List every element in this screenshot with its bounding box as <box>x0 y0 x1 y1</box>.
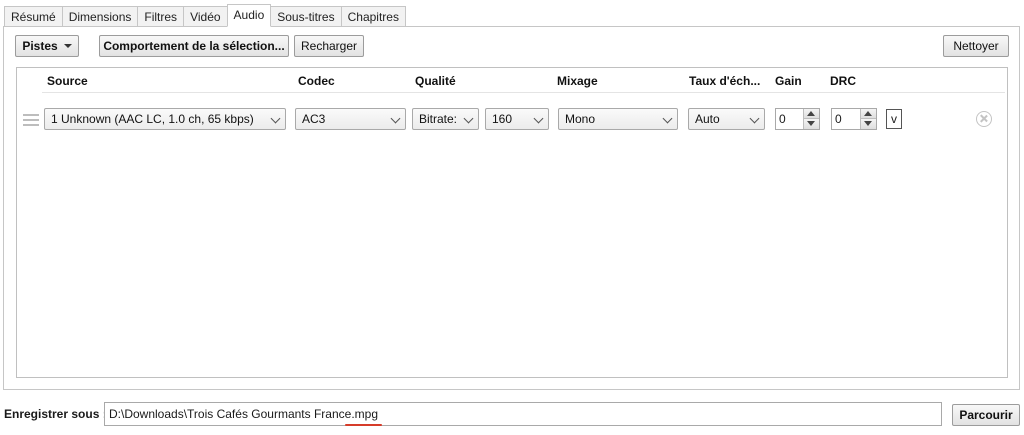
track-extra-box[interactable]: v <box>886 109 902 129</box>
audio-track-list: Source Codec Qualité Mixage Taux d'éch..… <box>16 67 1008 378</box>
codec-select[interactable]: AC3 <box>295 108 406 130</box>
remove-track-icon[interactable] <box>976 111 992 127</box>
tab-bar: Résumé Dimensions Filtres Vidéo Audio So… <box>4 4 406 27</box>
column-header-source: Source <box>47 74 88 88</box>
tab-subtitles[interactable]: Sous-titres <box>271 6 341 27</box>
column-header-codec: Codec <box>298 74 335 88</box>
tab-chapters[interactable]: Chapitres <box>340 6 406 27</box>
dropdown-caret-icon <box>63 43 72 48</box>
drag-handle-icon[interactable] <box>23 114 39 126</box>
destination-extension: .mpg <box>351 407 378 421</box>
audio-panel: Pistes Comportement de la sélection... R… <box>3 26 1020 390</box>
chevron-down-icon <box>749 113 760 124</box>
tab-dimensions[interactable]: Dimensions <box>61 6 138 27</box>
header-divider <box>42 92 1005 93</box>
drc-value: 0 <box>835 112 842 126</box>
gain-value: 0 <box>779 112 786 126</box>
gain-decrement-icon[interactable] <box>804 119 819 129</box>
destination-path-text: D:\Downloads\Trois Cafés Gourmants Franc… <box>109 407 352 421</box>
tracks-menu-button[interactable]: Pistes <box>15 35 79 57</box>
drc-decrement-icon[interactable] <box>861 119 876 129</box>
source-value: 1 Unknown (AAC LC, 1.0 ch, 65 kbps) <box>51 112 254 126</box>
mixdown-select[interactable]: Mono <box>558 108 678 130</box>
destination-label: Enregistrer sous : <box>4 407 107 421</box>
chevron-down-icon <box>270 113 281 124</box>
samplerate-select[interactable]: Auto <box>688 108 765 130</box>
drc-stepper-buttons <box>860 109 876 129</box>
gain-stepper-buttons <box>803 109 819 129</box>
bitrate-value: 160 <box>492 112 513 126</box>
selection-behavior-button[interactable]: Comportement de la sélection... <box>99 35 289 57</box>
quality-mode-value: Bitrate: <box>419 112 458 126</box>
chevron-down-icon <box>463 113 474 124</box>
drc-stepper[interactable]: 0 <box>831 108 877 130</box>
gain-stepper[interactable]: 0 <box>775 108 820 130</box>
drc-increment-icon[interactable] <box>861 109 876 119</box>
tab-summary[interactable]: Résumé <box>4 6 62 27</box>
tab-filters[interactable]: Filtres <box>137 6 184 27</box>
clear-button[interactable]: Nettoyer <box>943 35 1009 57</box>
gain-increment-icon[interactable] <box>804 109 819 119</box>
destination-path-field[interactable]: D:\Downloads\Trois Cafés Gourmants Franc… <box>104 402 942 426</box>
column-header-mixdown: Mixage <box>557 74 598 88</box>
chevron-down-icon <box>662 113 673 124</box>
column-header-quality: Qualité <box>415 74 456 88</box>
column-header-gain: Gain <box>775 74 802 88</box>
chevron-down-icon <box>533 113 544 124</box>
tab-audio[interactable]: Audio <box>226 4 272 27</box>
quality-mode-select[interactable]: Bitrate: <box>412 108 479 130</box>
tab-video[interactable]: Vidéo <box>183 6 227 27</box>
reload-button[interactable]: Recharger <box>294 35 364 57</box>
column-header-drc: DRC <box>830 74 856 88</box>
browse-button[interactable]: Parcourir <box>952 404 1020 426</box>
tracks-label: Pistes <box>22 39 58 53</box>
mixdown-value: Mono <box>565 112 596 126</box>
codec-value: AC3 <box>302 112 326 126</box>
chevron-down-icon <box>390 113 401 124</box>
source-select[interactable]: 1 Unknown (AAC LC, 1.0 ch, 65 kbps) <box>44 108 286 130</box>
samplerate-value: Auto <box>695 112 720 126</box>
column-header-samplerate: Taux d'éch... <box>689 74 761 88</box>
bitrate-select[interactable]: 160 <box>485 108 549 130</box>
